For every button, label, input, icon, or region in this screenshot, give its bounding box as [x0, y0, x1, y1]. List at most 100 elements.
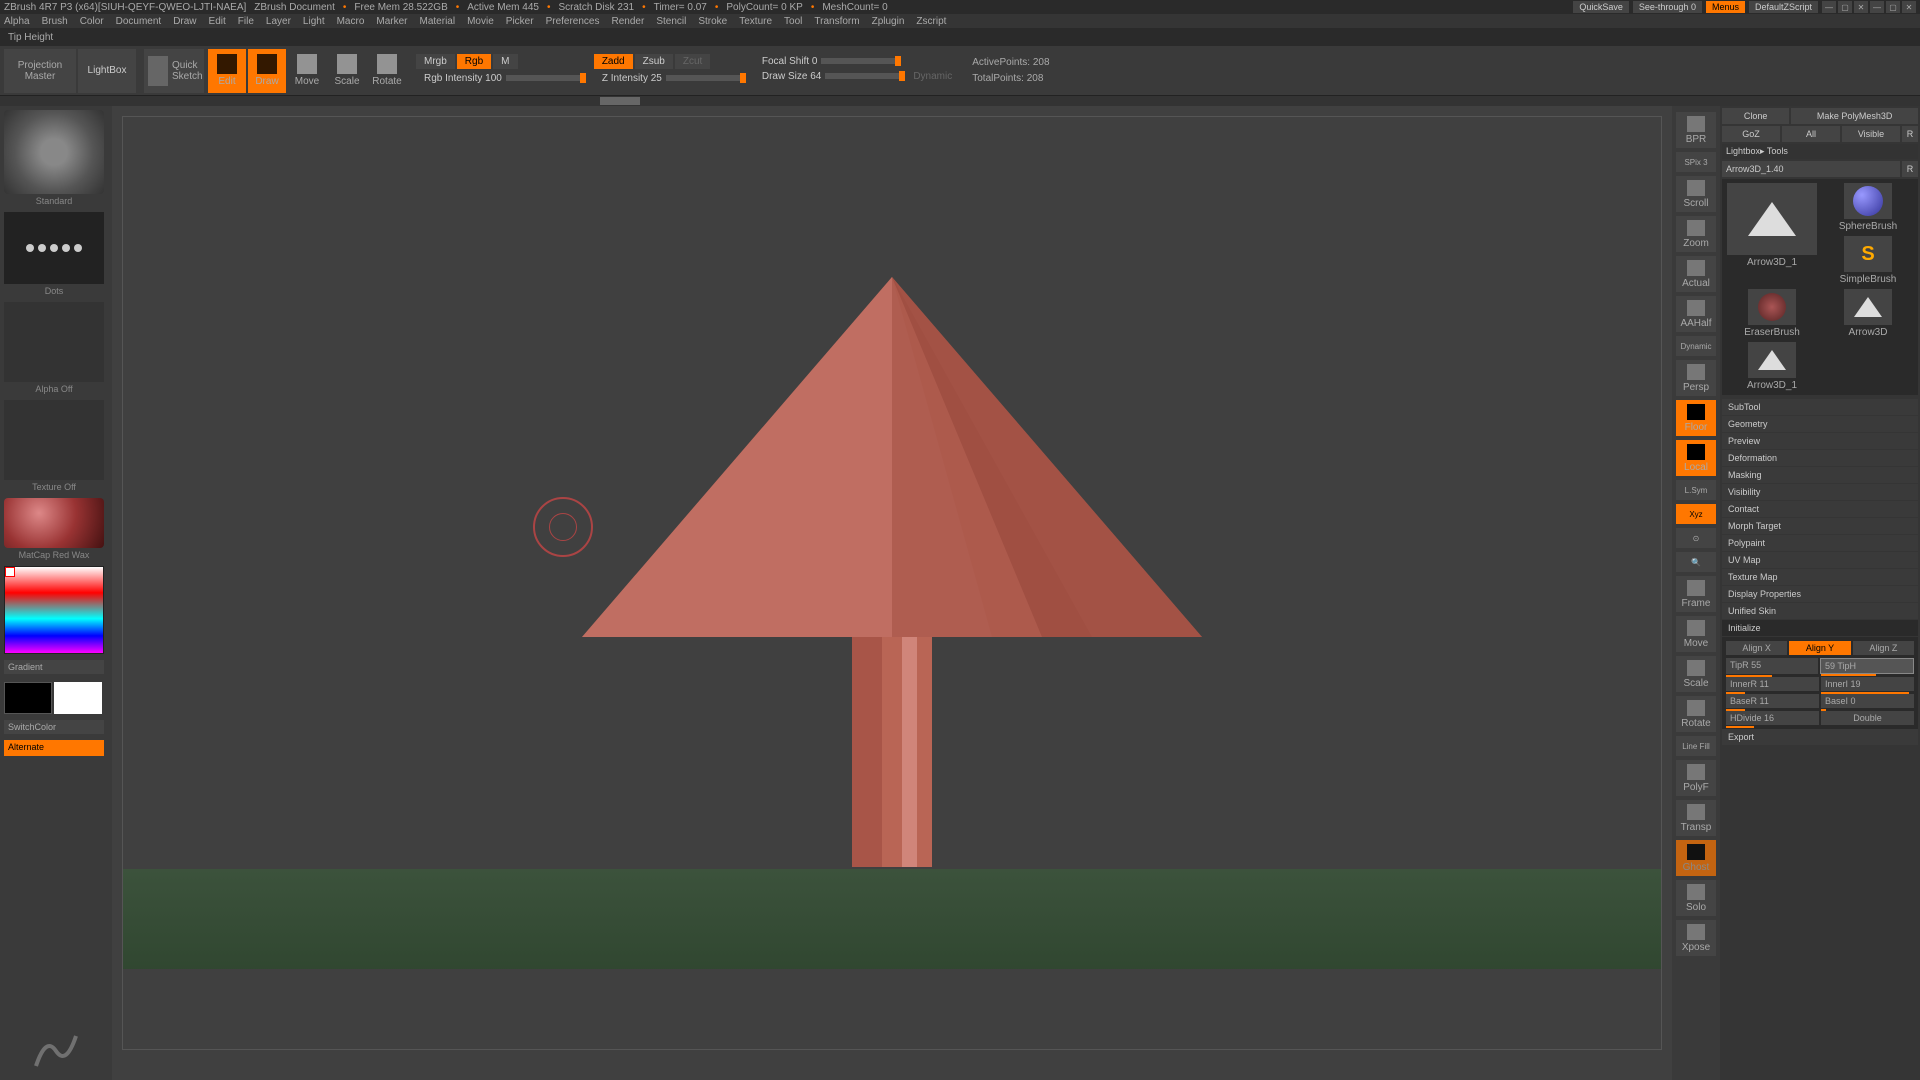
menu-transform[interactable]: Transform: [814, 16, 859, 27]
projection-master-button[interactable]: ProjectionMaster: [4, 49, 76, 93]
scroll-button[interactable]: Scroll: [1676, 176, 1716, 212]
section-geometry[interactable]: Geometry: [1722, 416, 1918, 432]
menu-tool[interactable]: Tool: [784, 16, 802, 27]
minimize-icon[interactable]: —: [1822, 1, 1836, 13]
menu-layer[interactable]: Layer: [266, 16, 291, 27]
alternate-button[interactable]: Alternate: [4, 740, 104, 756]
align-x-button[interactable]: Align X: [1726, 641, 1787, 655]
draw-size-label[interactable]: Draw Size 64: [762, 71, 821, 82]
section-display[interactable]: Display Properties: [1722, 586, 1918, 602]
rotate-nav-button[interactable]: Rotate: [1676, 696, 1716, 732]
rgb-intensity-slider[interactable]: [506, 75, 586, 81]
basei-slider[interactable]: BaseI 0: [1821, 694, 1914, 708]
section-unifiedskin[interactable]: Unified Skin: [1722, 603, 1918, 619]
local-button[interactable]: Local: [1676, 440, 1716, 476]
inneri-slider[interactable]: InnerI 19: [1821, 677, 1914, 691]
zoom-button[interactable]: Zoom: [1676, 216, 1716, 252]
goz-r-button[interactable]: R: [1902, 126, 1918, 142]
menu-picker[interactable]: Picker: [506, 16, 534, 27]
zsub-button[interactable]: Zsub: [635, 54, 673, 69]
m-button[interactable]: M: [493, 54, 517, 69]
tool-simplebrush[interactable]: SSimpleBrush: [1822, 236, 1914, 285]
close2-icon[interactable]: ✕: [1902, 1, 1916, 13]
viewport[interactable]: [122, 116, 1662, 1050]
move-mode-button[interactable]: Move: [288, 49, 326, 93]
solo-button[interactable]: Solo: [1676, 880, 1716, 916]
align-y-button[interactable]: Align Y: [1789, 641, 1850, 655]
transp-button[interactable]: Transp: [1676, 800, 1716, 836]
menu-render[interactable]: Render: [612, 16, 645, 27]
draw-size-slider[interactable]: [825, 73, 905, 79]
menu-zscript[interactable]: Zscript: [916, 16, 946, 27]
switch-color-button[interactable]: SwitchColor: [4, 720, 104, 734]
search-icon[interactable]: 🔍: [1676, 552, 1716, 572]
focal-shift-slider[interactable]: [821, 58, 901, 64]
double-button[interactable]: Double: [1821, 711, 1914, 725]
menu-marker[interactable]: Marker: [376, 16, 407, 27]
z-intensity-label[interactable]: Z Intensity 25: [602, 73, 662, 84]
section-visibility[interactable]: Visibility: [1722, 484, 1918, 500]
brush-preview[interactable]: Standard: [4, 110, 104, 194]
section-morph[interactable]: Morph Target: [1722, 518, 1918, 534]
seethrough-slider[interactable]: See-through 0: [1633, 1, 1702, 13]
aahalf-button[interactable]: AAHalf: [1676, 296, 1716, 332]
section-deformation[interactable]: Deformation: [1722, 450, 1918, 466]
quicksave-button[interactable]: QuickSave: [1573, 1, 1629, 13]
innerr-slider[interactable]: InnerR 11: [1726, 677, 1819, 691]
close-icon[interactable]: ✕: [1854, 1, 1868, 13]
primary-color-swatch[interactable]: [54, 682, 102, 714]
tool-arrow3d[interactable]: Arrow3D: [1822, 289, 1914, 338]
section-polypaint[interactable]: Polypaint: [1722, 535, 1918, 551]
section-uvmap[interactable]: UV Map: [1722, 552, 1918, 568]
menu-document[interactable]: Document: [116, 16, 162, 27]
section-texturemap[interactable]: Texture Map: [1722, 569, 1918, 585]
lightbox-tools-label[interactable]: Lightbox▸ Tools: [1722, 144, 1918, 159]
color-picker[interactable]: [4, 566, 104, 654]
section-masking[interactable]: Masking: [1722, 467, 1918, 483]
menu-preferences[interactable]: Preferences: [546, 16, 600, 27]
menu-stencil[interactable]: Stencil: [656, 16, 686, 27]
edit-mode-button[interactable]: Edit: [208, 49, 246, 93]
xyz-button[interactable]: Xyz: [1676, 504, 1716, 524]
tipr-slider[interactable]: TipR 55: [1726, 658, 1818, 674]
stroke-preview[interactable]: Dots: [4, 212, 104, 284]
rotate-mode-button[interactable]: Rotate: [368, 49, 406, 93]
menu-alpha[interactable]: Alpha: [4, 16, 30, 27]
lightbox-button[interactable]: LightBox: [78, 49, 136, 93]
menu-color[interactable]: Color: [80, 16, 104, 27]
make-polymesh-button[interactable]: Make PolyMesh3D: [1791, 108, 1918, 124]
xpose-button[interactable]: Xpose: [1676, 920, 1716, 956]
scale-mode-button[interactable]: Scale: [328, 49, 366, 93]
center-icon[interactable]: ⊙: [1676, 528, 1716, 548]
bpr-button[interactable]: BPR: [1676, 112, 1716, 148]
rgb-button[interactable]: Rgb: [457, 54, 491, 69]
goz-button[interactable]: GoZ: [1722, 126, 1780, 142]
menus-toggle[interactable]: Menus: [1706, 1, 1745, 13]
focal-shift-label[interactable]: Focal Shift 0: [762, 56, 818, 67]
maximize2-icon[interactable]: ▢: [1886, 1, 1900, 13]
rgb-intensity-label[interactable]: Rgb Intensity 100: [424, 73, 502, 84]
baser-slider[interactable]: BaseR 11: [1726, 694, 1819, 708]
arrow3d-mesh[interactable]: [562, 267, 1222, 887]
default-zscript[interactable]: DefaultZScript: [1749, 1, 1818, 13]
section-contact[interactable]: Contact: [1722, 501, 1918, 517]
section-export[interactable]: Export: [1722, 729, 1918, 745]
section-subtool[interactable]: SubTool: [1722, 399, 1918, 415]
shelf-scrollbar[interactable]: [0, 96, 1920, 106]
menu-movie[interactable]: Movie: [467, 16, 494, 27]
material-preview[interactable]: MatCap Red Wax: [4, 498, 104, 548]
menu-stroke[interactable]: Stroke: [698, 16, 727, 27]
draw-mode-button[interactable]: Draw: [248, 49, 286, 93]
alpha-preview[interactable]: Alpha Off: [4, 302, 104, 382]
align-z-button[interactable]: Align Z: [1853, 641, 1914, 655]
menu-brush[interactable]: Brush: [42, 16, 68, 27]
tool-eraserbrush[interactable]: EraserBrush: [1726, 289, 1818, 338]
frame-button[interactable]: Frame: [1676, 576, 1716, 612]
gradient-button[interactable]: Gradient: [4, 660, 104, 674]
tool-current[interactable]: Arrow3D_1: [1726, 183, 1818, 285]
persp-button[interactable]: Persp: [1676, 360, 1716, 396]
quicksketch-button[interactable]: QuickSketch: [144, 49, 204, 93]
ghost-button[interactable]: Ghost: [1676, 840, 1716, 876]
menu-material[interactable]: Material: [420, 16, 456, 27]
hdivide-slider[interactable]: HDivide 16: [1726, 711, 1819, 725]
